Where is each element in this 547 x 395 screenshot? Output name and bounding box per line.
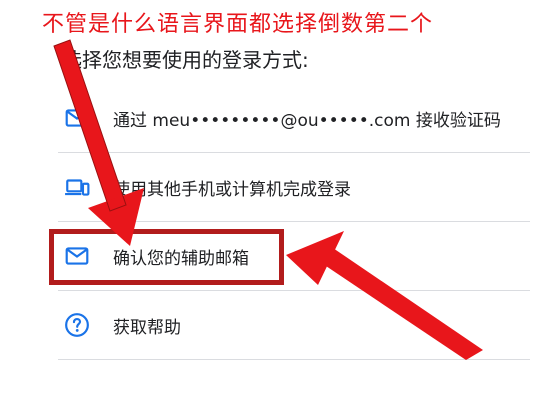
option-email-code[interactable]: 通过 meu•••••••••@ou•••••.com 接收验证码	[58, 84, 530, 153]
devices-icon	[65, 179, 90, 196]
page-prompt: 选择您想要使用的登录方式:	[62, 48, 309, 72]
mail-icon	[65, 109, 89, 127]
sign-in-options-screen: 不管是什么语言界面都选择倒数第二个 选择您想要使用的登录方式: 通过 meu••…	[0, 0, 547, 395]
option-get-help[interactable]: 获取帮助	[58, 291, 530, 360]
option-other-device[interactable]: 使用其他手机或计算机完成登录	[58, 153, 530, 222]
help-icon	[65, 313, 89, 337]
annotation-note: 不管是什么语言界面都选择倒数第二个	[42, 12, 434, 37]
option-label: 使用其他手机或计算机完成登录	[113, 180, 351, 200]
annotation-highlight-box	[49, 229, 284, 285]
option-label: 获取帮助	[113, 318, 181, 338]
option-label: 通过 meu•••••••••@ou•••••.com 接收验证码	[113, 111, 501, 131]
